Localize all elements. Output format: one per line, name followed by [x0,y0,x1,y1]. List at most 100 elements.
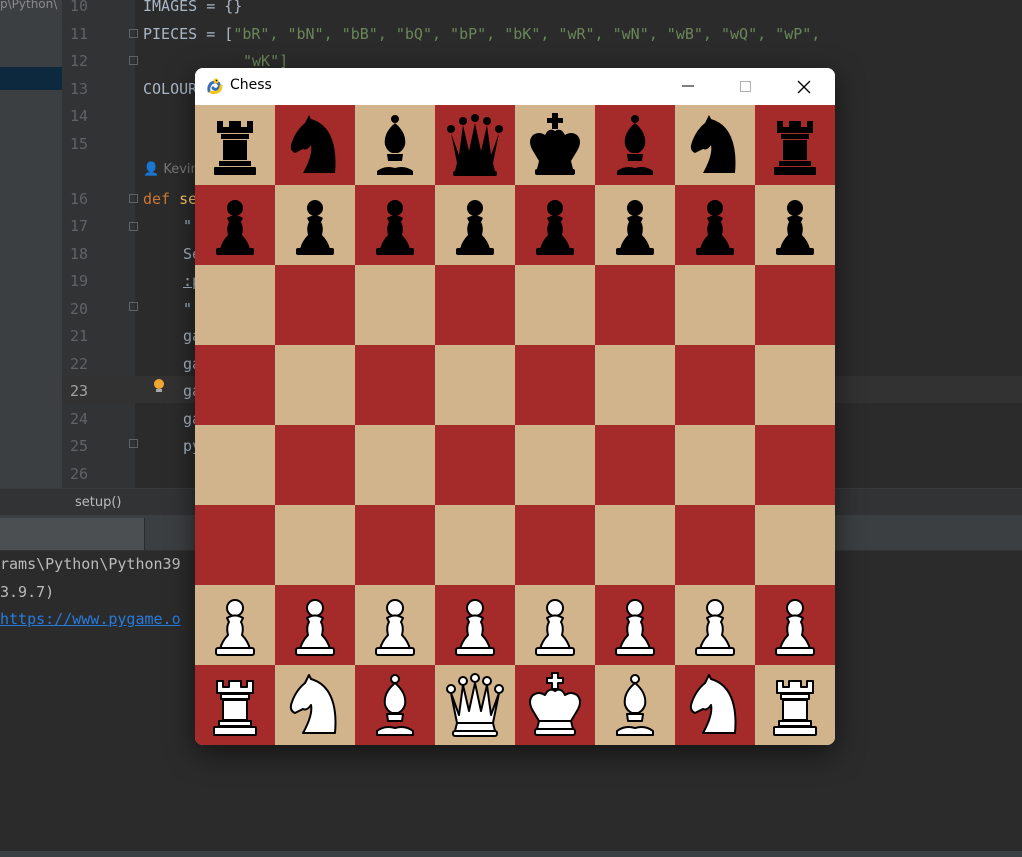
board-square[interactable] [595,265,675,345]
board-square[interactable] [515,505,595,585]
board-square[interactable] [595,185,675,265]
board-square[interactable] [435,585,515,665]
board-square[interactable] [675,105,755,185]
lightbulb-icon[interactable] [153,379,165,393]
board-square[interactable] [275,585,355,665]
board-square[interactable] [195,585,275,665]
minimize-button[interactable] [659,68,717,105]
board-square[interactable] [435,665,515,745]
board-square[interactable] [755,425,835,505]
window-titlebar[interactable]: Chess [195,68,835,105]
board-square[interactable] [515,265,595,345]
board-square[interactable] [195,185,275,265]
board-square[interactable] [275,185,355,265]
black-pawn-icon[interactable] [521,191,589,259]
board-square[interactable] [355,585,435,665]
white-rook-icon[interactable] [201,671,269,739]
board-square[interactable] [675,345,755,425]
board-square[interactable] [435,105,515,185]
board-square[interactable] [755,665,835,745]
board-square[interactable] [515,345,595,425]
board-square[interactable] [275,265,355,345]
black-queen-icon[interactable] [441,111,509,179]
breadcrumb-function[interactable]: setup() [75,495,122,510]
board-square[interactable] [355,665,435,745]
white-pawn-icon[interactable] [361,591,429,659]
board-square[interactable] [275,345,355,425]
board-square[interactable] [595,665,675,745]
black-knight-icon[interactable] [681,111,749,179]
white-knight-icon[interactable] [681,671,749,739]
chess-window[interactable]: Chess [195,68,835,745]
white-pawn-icon[interactable] [601,591,669,659]
board-square[interactable] [435,425,515,505]
black-pawn-icon[interactable] [681,191,749,259]
black-bishop-icon[interactable] [361,111,429,179]
board-square[interactable] [275,665,355,745]
black-pawn-icon[interactable] [441,191,509,259]
board-square[interactable] [595,425,675,505]
board-square[interactable] [755,345,835,425]
fold-marker[interactable] [129,29,138,38]
black-king-icon[interactable] [521,111,589,179]
fold-marker[interactable] [129,302,138,311]
board-square[interactable] [675,265,755,345]
board-square[interactable] [435,265,515,345]
board-square[interactable] [195,505,275,585]
board-square[interactable] [755,105,835,185]
black-pawn-icon[interactable] [761,191,829,259]
board-square[interactable] [755,185,835,265]
board-square[interactable] [515,665,595,745]
black-pawn-icon[interactable] [601,191,669,259]
board-square[interactable] [195,425,275,505]
board-square[interactable] [195,665,275,745]
chess-board[interactable] [195,105,835,745]
board-square[interactable] [275,105,355,185]
fold-marker[interactable] [129,439,138,448]
fold-marker[interactable] [129,222,138,231]
board-square[interactable] [755,265,835,345]
black-rook-icon[interactable] [201,111,269,179]
white-pawn-icon[interactable] [521,591,589,659]
fold-marker[interactable] [129,56,138,65]
fold-marker[interactable] [129,194,138,203]
board-square[interactable] [355,505,435,585]
board-square[interactable] [675,665,755,745]
board-square[interactable] [355,265,435,345]
board-square[interactable] [515,185,595,265]
board-square[interactable] [435,185,515,265]
black-pawn-icon[interactable] [201,191,269,259]
board-square[interactable] [595,345,675,425]
white-queen-icon[interactable] [441,671,509,739]
board-square[interactable] [275,505,355,585]
white-rook-icon[interactable] [761,671,829,739]
white-pawn-icon[interactable] [201,591,269,659]
board-square[interactable] [675,585,755,665]
close-button[interactable] [775,68,833,105]
black-knight-icon[interactable] [281,111,349,179]
board-square[interactable] [355,105,435,185]
white-pawn-icon[interactable] [281,591,349,659]
console-link[interactable]: https://www.pygame.o [0,609,181,629]
board-square[interactable] [595,505,675,585]
board-square[interactable] [515,425,595,505]
black-pawn-icon[interactable] [361,191,429,259]
maximize-button[interactable] [717,68,775,105]
board-square[interactable] [595,105,675,185]
white-pawn-icon[interactable] [681,591,749,659]
board-square[interactable] [755,585,835,665]
project-selected-row[interactable] [0,67,62,90]
board-square[interactable] [515,105,595,185]
black-pawn-icon[interactable] [281,191,349,259]
black-rook-icon[interactable] [761,111,829,179]
board-square[interactable] [355,425,435,505]
white-bishop-icon[interactable] [361,671,429,739]
board-square[interactable] [675,185,755,265]
board-square[interactable] [435,345,515,425]
white-pawn-icon[interactable] [441,591,509,659]
board-square[interactable] [675,505,755,585]
board-square[interactable] [595,585,675,665]
white-bishop-icon[interactable] [601,671,669,739]
board-square[interactable] [435,505,515,585]
board-square[interactable] [195,265,275,345]
